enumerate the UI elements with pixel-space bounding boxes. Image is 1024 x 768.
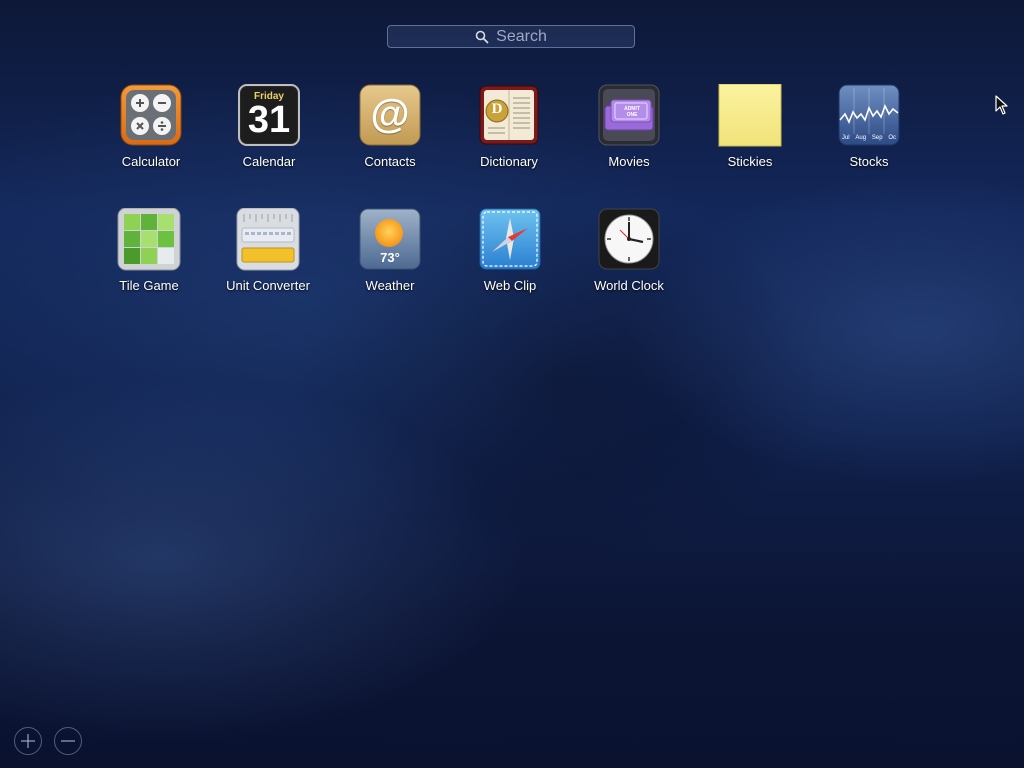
search-icon — [475, 30, 489, 43]
contacts-glyph: @ — [370, 92, 410, 136]
stocks-month: Aug — [855, 135, 867, 141]
stocks-month-labels: Jul Aug Sep Oc — [839, 135, 899, 141]
tile-game-icon — [117, 207, 181, 272]
movies-icon: ADMIT ONE — [597, 84, 661, 148]
contacts-icon: @ — [358, 84, 422, 148]
stickies-icon — [718, 83, 782, 148]
app-label: Stickies — [727, 154, 773, 169]
movies-ticket-text: ADMIT ONE — [624, 106, 640, 118]
app-contacts[interactable]: @ Contacts — [330, 84, 450, 169]
search-field[interactable]: Search — [387, 25, 635, 48]
weather-icon: 73° — [358, 208, 422, 272]
app-calculator[interactable]: Calculator — [91, 84, 211, 169]
stocks-month: Oc — [888, 135, 897, 141]
stocks-icon: Jul Aug Sep Oc — [837, 84, 901, 148]
app-label: World Clock — [594, 278, 664, 293]
app-label: Web Clip — [483, 278, 537, 293]
app-weather[interactable]: 73° Weather — [330, 208, 450, 293]
app-calendar[interactable]: Friday 31 Calendar — [209, 84, 329, 169]
app-label: Tile Game — [119, 278, 179, 293]
plus-icon — [21, 734, 35, 748]
unit-converter-icon — [236, 207, 300, 272]
app-stocks[interactable]: Jul Aug Sep Oc Stocks — [809, 84, 929, 169]
mouse-cursor-icon — [995, 95, 1008, 115]
stocks-month: Jul — [841, 135, 850, 141]
weather-temperature: 73° — [380, 250, 400, 265]
app-unit-converter[interactable]: Unit Converter — [208, 207, 328, 293]
remove-widget-button[interactable] — [54, 727, 82, 755]
web-clip-icon — [478, 208, 542, 272]
calendar-day-number: 31 — [247, 99, 291, 141]
launchpad-screen: Search Calculator Friday 31 Calendar @ C… — [0, 0, 1024, 768]
stocks-month: Sep — [871, 135, 883, 141]
add-widget-button[interactable] — [14, 727, 42, 755]
app-label: Contacts — [364, 154, 416, 169]
app-label: Movies — [608, 154, 650, 169]
calculator-icon — [119, 84, 183, 148]
calendar-icon: Friday 31 — [237, 84, 301, 148]
app-movies[interactable]: ADMIT ONE Movies — [569, 84, 689, 169]
dictionary-glyph: D — [491, 101, 503, 117]
app-web-clip[interactable]: Web Clip — [450, 208, 570, 293]
app-label: Stocks — [849, 154, 889, 169]
app-stickies[interactable]: Stickies — [690, 83, 810, 169]
app-label: Calendar — [242, 154, 296, 169]
app-label: Unit Converter — [226, 278, 310, 293]
app-label: Weather — [365, 278, 415, 293]
dictionary-icon: D — [477, 84, 541, 148]
app-label: Calculator — [121, 154, 181, 169]
app-dictionary[interactable]: D Dictionary — [449, 84, 569, 169]
minus-icon — [61, 740, 75, 742]
app-tile-game[interactable]: Tile Game — [89, 207, 209, 293]
app-world-clock[interactable]: World Clock — [569, 208, 689, 293]
world-clock-icon — [597, 208, 661, 272]
search-placeholder: Search — [496, 27, 547, 45]
app-label: Dictionary — [480, 154, 538, 169]
